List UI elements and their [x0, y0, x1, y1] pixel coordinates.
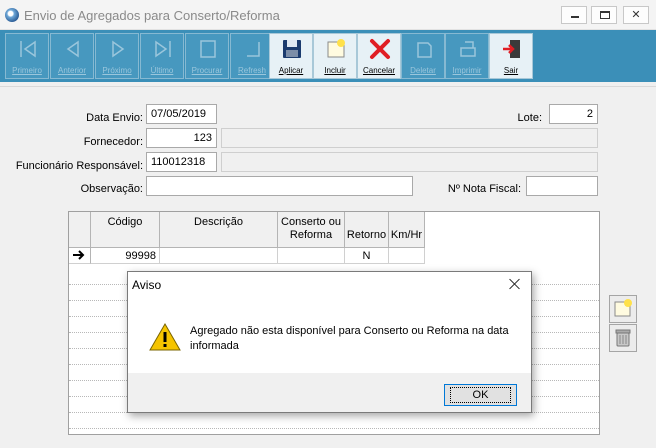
exit-label: Sair [503, 66, 519, 75]
first-record-label: Primeiro [12, 66, 42, 75]
print-button[interactable]: Imprimir [445, 33, 489, 79]
fornecedor-name-field [221, 128, 598, 148]
retorno-header-text: Retorno [346, 229, 387, 241]
add-item-button[interactable] [609, 295, 637, 323]
cancel-label: Cancelar [362, 66, 395, 75]
funcionario-code-input[interactable]: 110012318 [146, 152, 217, 172]
red-x-icon [370, 39, 390, 59]
conserto-header-line1: Conserto ou [281, 216, 341, 228]
row-indicator [69, 248, 91, 264]
descricao-header-text: Descrição [194, 216, 243, 228]
cell-km[interactable] [389, 248, 425, 264]
include-label: Incluir [324, 66, 346, 75]
refresh-button[interactable]: Refresh [230, 33, 274, 79]
dialog-message: Agregado não esta disponível para Conser… [190, 325, 509, 352]
cell-descricao[interactable] [160, 248, 278, 264]
remove-item-button[interactable] [609, 324, 637, 352]
funcionario-label: Funcionário Responsável: [15, 160, 143, 172]
cell-retorno[interactable]: N [345, 248, 389, 264]
globe-icon [5, 8, 19, 22]
next-record-button[interactable]: Próximo [95, 33, 139, 79]
grid-indicator-header [69, 212, 91, 248]
first-record-icon [20, 40, 36, 58]
add-item-icon [614, 299, 632, 317]
print-icon [460, 41, 476, 57]
data-envio-label: Data Envio: [86, 112, 143, 124]
maximize-button[interactable] [591, 6, 617, 24]
lote-input[interactable]: 2 [549, 104, 598, 124]
delete-icon [417, 42, 432, 58]
title-bar: Envio de Agregados para Conserto/Reforma… [0, 0, 656, 30]
first-record-button[interactable]: Primeiro [5, 33, 49, 79]
grid-header-descricao[interactable]: Descrição [160, 212, 278, 248]
delete-label: Deletar [410, 66, 436, 75]
minimize-icon [571, 16, 579, 18]
dialog-close-button[interactable] [507, 276, 523, 292]
refresh-label: Refresh [237, 66, 266, 75]
grid-header-retorno[interactable]: Retorno [345, 212, 389, 248]
km-header-text: Km/Hr [390, 229, 423, 241]
grid-header-conserto[interactable]: Conserto ou Reforma [278, 212, 345, 248]
maximize-icon [600, 11, 610, 19]
last-record-button[interactable]: Último [140, 33, 184, 79]
dialog-footer: OK [128, 373, 531, 412]
conserto-header-line2: Reforma [289, 229, 333, 241]
close-window-button[interactable]: ✕ [623, 6, 649, 24]
search-label: Procurar [191, 66, 223, 75]
refresh-icon [247, 42, 260, 57]
warning-icon [149, 322, 181, 351]
search-button[interactable]: Procurar [185, 33, 229, 79]
nota-fiscal-input[interactable] [526, 176, 598, 196]
cell-codigo[interactable]: 99998 [91, 248, 160, 264]
ok-button[interactable]: OK [444, 384, 517, 406]
print-label: Imprimir [452, 66, 482, 75]
fornecedor-code-input[interactable]: 123 [146, 128, 217, 148]
grid-header-codigo[interactable]: Código [91, 212, 160, 248]
include-button[interactable]: Incluir [313, 33, 357, 79]
dialog-title: Aviso [132, 278, 162, 292]
trash-icon [615, 329, 631, 347]
previous-record-icon [66, 40, 79, 58]
close-icon: ✕ [631, 9, 641, 21]
last-record-label: Último [150, 66, 174, 75]
cancel-button[interactable]: Cancelar [357, 33, 401, 79]
previous-record-button[interactable]: Anterior [50, 33, 94, 79]
observacao-input[interactable] [146, 176, 413, 196]
minimize-button[interactable] [561, 6, 587, 24]
warning-dialog: Aviso Agregado não esta disponível para … [127, 271, 532, 413]
next-record-icon [112, 40, 125, 58]
grid-row-line [69, 428, 599, 429]
toolbar: Primeiro Anterior Próximo Último Procura… [0, 30, 656, 82]
toolbar-separator [0, 86, 656, 87]
lote-label: Lote: [517, 112, 542, 124]
delete-button[interactable]: Deletar [401, 33, 445, 79]
new-document-icon [327, 39, 345, 58]
apply-button[interactable]: Aplicar [269, 33, 313, 79]
grid-header-km[interactable]: Km/Hr [389, 212, 425, 248]
previous-record-label: Anterior [57, 66, 86, 75]
exit-button[interactable]: Sair [489, 33, 533, 79]
exit-door-icon [503, 40, 520, 58]
observacao-label: Observação: [80, 183, 143, 195]
funcionario-name-field [221, 152, 598, 172]
codigo-header-text: Código [107, 216, 143, 228]
data-envio-input[interactable]: 07/05/2019 [146, 104, 217, 124]
next-record-label: Próximo [102, 66, 132, 75]
window-title: Envio de Agregados para Conserto/Reforma [24, 8, 280, 23]
nota-fiscal-label: Nº Nota Fiscal: [447, 183, 521, 195]
cell-conserto[interactable] [278, 248, 345, 264]
apply-label: Aplicar [278, 66, 304, 75]
last-record-icon [155, 40, 171, 58]
fornecedor-label: Fornecedor: [83, 136, 143, 148]
save-disk-icon [283, 40, 301, 58]
ok-label: OK [449, 387, 512, 403]
arrow-right-icon [73, 250, 85, 260]
search-icon [200, 40, 216, 58]
